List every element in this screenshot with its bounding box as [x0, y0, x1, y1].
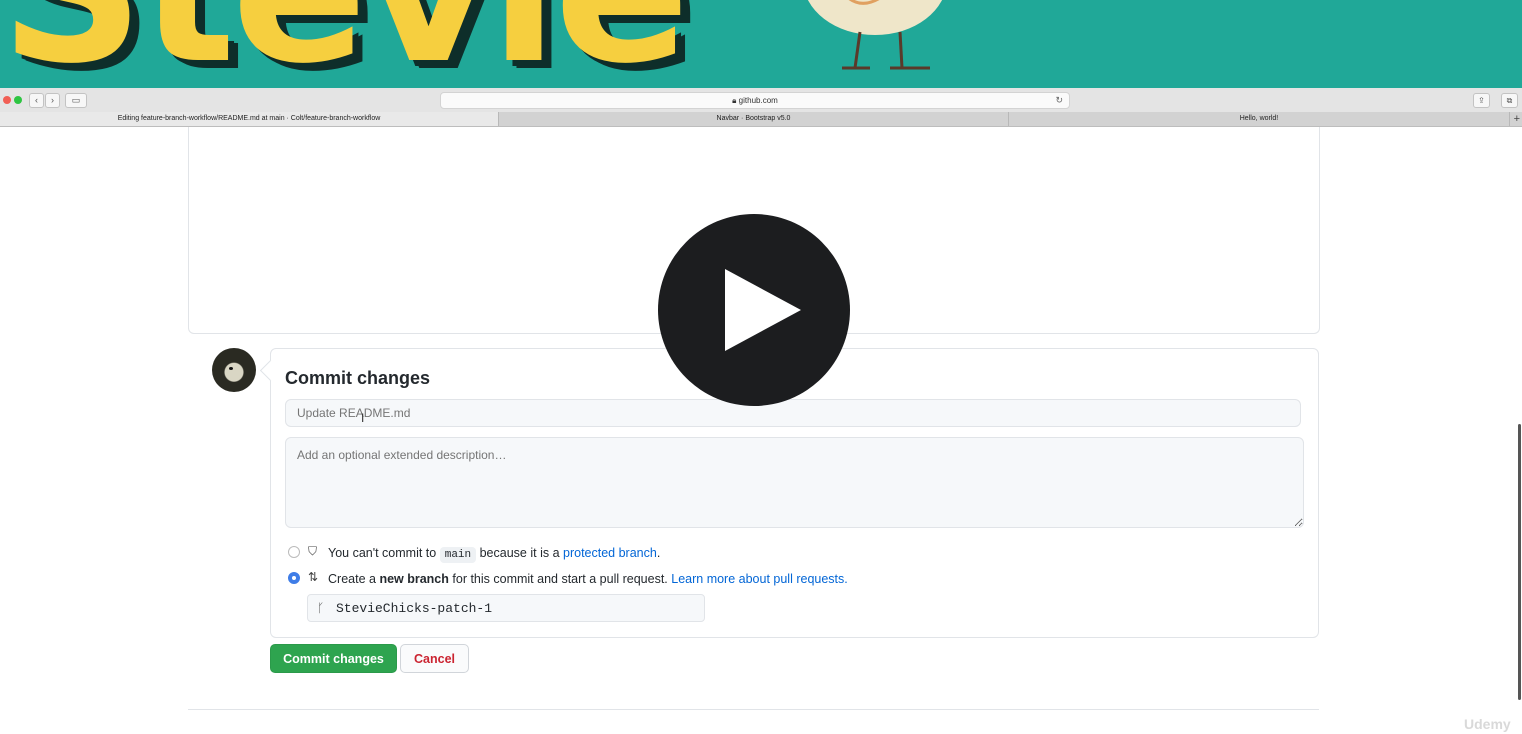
- branch-code-main: main: [439, 547, 477, 563]
- new-branch-middle: for this commit and start a pull request…: [452, 572, 668, 586]
- tab-editing-readme[interactable]: Editing feature-branch-workflow/README.m…: [0, 112, 499, 126]
- chick-illustration: [807, 0, 943, 70]
- browser-tab-bar: Editing feature-branch-workflow/README.m…: [0, 112, 1522, 127]
- commit-changes-button[interactable]: Commit changes: [270, 644, 397, 673]
- new-branch-radio[interactable]: [288, 572, 300, 584]
- forward-icon[interactable]: ›: [45, 93, 60, 108]
- direct-middle: because it is a: [479, 546, 560, 560]
- tab-overview-icon[interactable]: ⧉: [1501, 93, 1518, 108]
- play-icon: [725, 269, 801, 351]
- tab-navbar-bootstrap[interactable]: Navbar · Bootstrap v5.0: [499, 112, 1009, 126]
- new-branch-prefix: Create a: [328, 572, 376, 586]
- commit-direct-radio[interactable]: [288, 546, 300, 558]
- avatar: [212, 348, 256, 392]
- close-window-button[interactable]: [3, 96, 11, 104]
- new-tab-icon[interactable]: +: [1514, 112, 1520, 126]
- divider: [188, 709, 1319, 710]
- udemy-watermark: Udemy: [1464, 716, 1511, 732]
- scrollbar[interactable]: [1518, 424, 1521, 700]
- direct-prefix: You can't commit to: [328, 546, 437, 560]
- learn-more-pull-requests-link[interactable]: Learn more about pull requests.: [671, 572, 848, 586]
- avatar-image: [229, 367, 233, 370]
- reload-icon[interactable]: ↻: [1055, 93, 1063, 108]
- lock-icon: 🔒︎: [732, 96, 737, 105]
- zoom-window-button[interactable]: [14, 96, 22, 104]
- play-button[interactable]: [658, 214, 850, 406]
- text-cursor-icon: I: [361, 411, 365, 425]
- banner-title: Stevie: [0, 0, 690, 88]
- new-branch-bold: new branch: [379, 572, 449, 586]
- address-bar[interactable]: 🔒︎ github.com ↻: [440, 92, 1070, 109]
- cancel-button[interactable]: Cancel: [400, 644, 469, 673]
- shield-icon: ⛉: [308, 544, 318, 558]
- protected-branch-link[interactable]: protected branch: [563, 546, 657, 560]
- browser-toolbar: ‹ › ▭ 🔒︎ github.com ↻ ⇪ ⧉: [0, 88, 1522, 113]
- pull-request-icon: ⇅: [308, 570, 319, 584]
- commit-description-input[interactable]: [285, 437, 1304, 528]
- back-icon[interactable]: ‹: [29, 93, 44, 108]
- branch-name-value: StevieChicks-patch-1: [336, 601, 493, 616]
- commit-heading: Commit changes: [285, 368, 431, 388]
- share-icon[interactable]: ⇪: [1473, 93, 1490, 108]
- direct-suffix: .: [656, 546, 661, 560]
- video-banner: Stevie: [0, 0, 1522, 88]
- branch-name-input[interactable]: ᚴ StevieChicks-patch-1: [307, 594, 705, 622]
- commit-summary-input[interactable]: [285, 399, 1301, 427]
- tab-hello-world[interactable]: Hello, world!: [1009, 112, 1510, 126]
- url-text: github.com: [738, 96, 778, 105]
- git-branch-icon: ᚴ: [317, 601, 325, 615]
- sidebar-toggle-icon[interactable]: ▭: [65, 93, 87, 108]
